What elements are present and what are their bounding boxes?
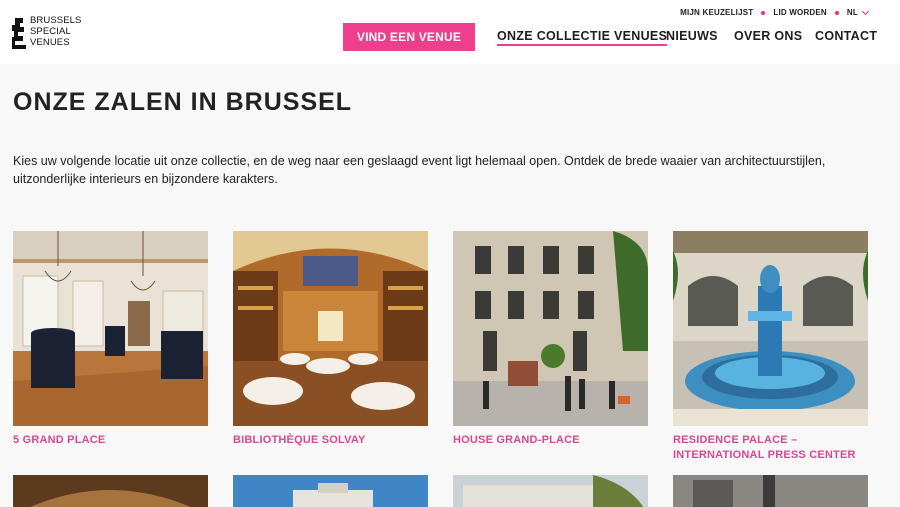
wishlist-link[interactable]: MIJN KEUZELIJST xyxy=(680,8,753,17)
intro-text: Kies uw volgende locatie uit onze collec… xyxy=(13,154,826,186)
brand-logo[interactable]: BRUSSELS SPECIAL VENUES xyxy=(11,15,91,51)
venue-card-partial[interactable] xyxy=(673,475,868,507)
venue-card-partial[interactable] xyxy=(13,475,208,507)
venue-card-residence-palace[interactable]: RESIDENCE PALACE – INTERNATIONAL PRESS C… xyxy=(673,231,868,463)
nav-about-us[interactable]: OVER ONS xyxy=(734,29,802,43)
venue-photo xyxy=(233,475,428,507)
venue-card-house-grand-place[interactable]: HOUSE GRAND-PLACE xyxy=(453,231,648,448)
venue-photo xyxy=(13,231,208,426)
venue-name: 5 GRAND PLACE xyxy=(13,434,106,446)
venue-photo xyxy=(453,231,648,426)
venue-card-partial[interactable] xyxy=(233,475,428,507)
venue-photo xyxy=(13,475,208,507)
nav-collection-venues[interactable]: ONZE COLLECTIE VENUES xyxy=(497,29,668,46)
logo-line-3: VENUES xyxy=(30,37,70,48)
site-header: BRUSSELS SPECIAL VENUES MIJN KEUZELIJST … xyxy=(0,0,900,64)
separator-dot xyxy=(834,10,839,15)
chevron-down-icon xyxy=(861,7,870,15)
venue-photo xyxy=(453,475,648,507)
venue-name: RESIDENCE PALACE – INTERNATIONAL PRESS C… xyxy=(673,434,856,461)
language-label: NL xyxy=(846,8,858,17)
find-venue-button[interactable]: VIND EEN VENUE xyxy=(343,23,475,51)
logo-line-1: BRUSSELS xyxy=(30,15,82,26)
utility-nav: MIJN KEUZELIJST LID WORDEN NL xyxy=(680,7,870,17)
logo-wordmark: BRUSSELS SPECIAL VENUES xyxy=(30,15,82,48)
logo-line-2: SPECIAL xyxy=(30,26,71,37)
venue-name: HOUSE GRAND-PLACE xyxy=(453,434,580,446)
language-selector[interactable]: NL xyxy=(846,7,870,17)
logo-mark-icon xyxy=(12,18,26,49)
venue-card-5-grand-place[interactable]: 5 GRAND PLACE xyxy=(13,231,208,448)
nav-contact[interactable]: CONTACT xyxy=(815,29,877,43)
venue-card-bibliotheque-solvay[interactable]: BIBLIOTHÈQUE SOLVAY xyxy=(233,231,428,448)
venue-photo xyxy=(673,231,868,426)
nav-news[interactable]: NIEUWS xyxy=(666,29,718,43)
venue-photo xyxy=(673,475,868,507)
venue-card-partial[interactable] xyxy=(453,475,648,507)
venue-photo xyxy=(233,231,428,426)
separator-dot xyxy=(761,10,766,15)
become-member-link[interactable]: LID WORDEN xyxy=(773,8,827,17)
venue-name: BIBLIOTHÈQUE SOLVAY xyxy=(233,434,366,446)
page-title: ONZE ZALEN IN BRUSSEL xyxy=(13,88,353,116)
